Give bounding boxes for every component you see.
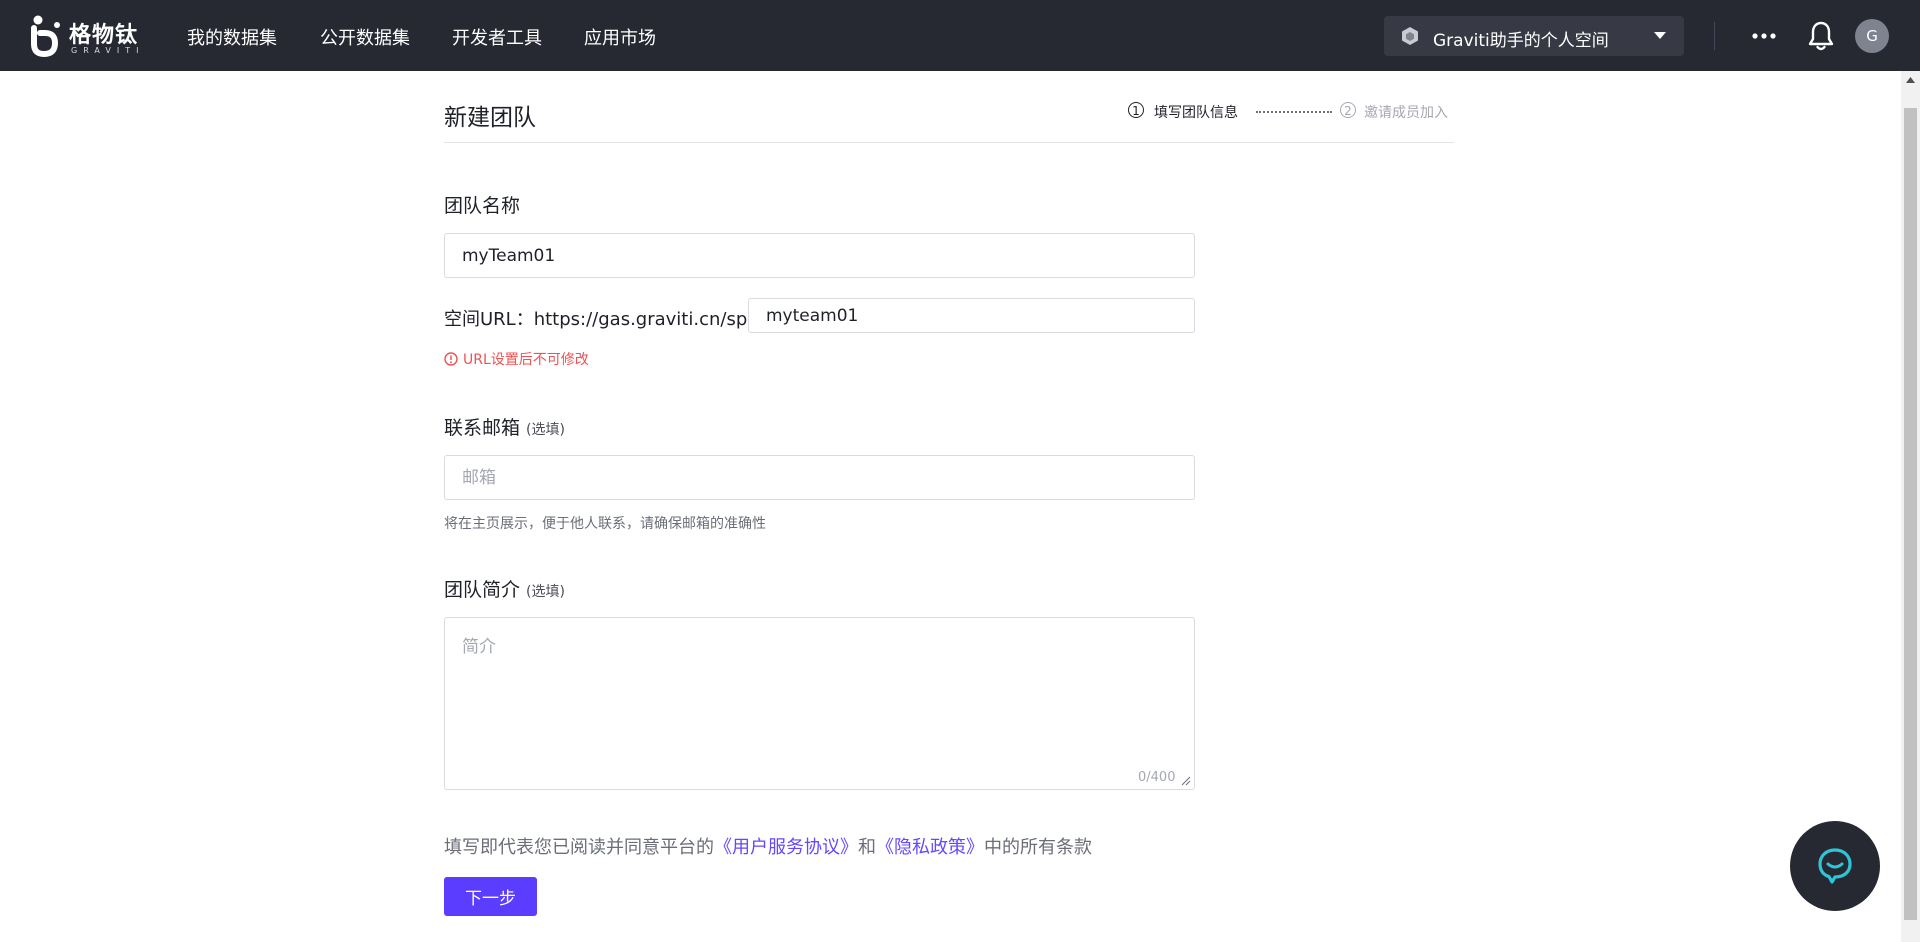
progress-steps: 1 填写团队信息 2 邀请成员加入: [1128, 100, 1456, 126]
space-url-warning-text: URL设置后不可修改: [463, 352, 589, 368]
intro-label-text: 团队简介: [444, 579, 521, 601]
intro-label: 团队简介 (选填): [444, 575, 565, 602]
user-agreement-link[interactable]: 《用户服务协议》: [714, 837, 858, 858]
graviti-logo[interactable]: 格物钛 GRAVITI: [28, 14, 140, 58]
space-selector-dropdown[interactable]: Graviti助手的个人空间: [1384, 16, 1684, 56]
agreement-and: 和: [858, 837, 876, 858]
step-1-label: 填写团队信息: [1154, 105, 1238, 121]
notification-bell-icon[interactable]: [1807, 20, 1835, 52]
caret-down-icon: [1654, 32, 1666, 39]
resize-grip-icon[interactable]: [1181, 776, 1191, 786]
next-step-button[interactable]: 下一步: [444, 877, 537, 916]
email-optional-tag: (选填): [526, 422, 565, 438]
space-hexagon-icon: [1402, 27, 1418, 45]
privacy-policy-link[interactable]: 《隐私政策》: [876, 837, 984, 858]
email-label-text: 联系邮箱: [444, 417, 521, 439]
page-scrollbar[interactable]: [1901, 71, 1920, 942]
space-selector-label: Graviti助手的个人空间: [1433, 31, 1609, 51]
header-divider: [1714, 22, 1715, 50]
step-2-label: 邀请成员加入: [1364, 105, 1448, 121]
brand-name: 格物钛: [69, 23, 139, 48]
agreement-suffix: 中的所有条款: [984, 837, 1092, 858]
title-divider: [444, 142, 1454, 143]
team-name-label-text: 团队名称: [444, 195, 521, 217]
team-name-input[interactable]: [444, 233, 1195, 278]
chat-support-button[interactable]: [1790, 821, 1880, 911]
step-2-number: 2: [1340, 102, 1356, 118]
graviti-logo-icon: [31, 15, 60, 58]
agreement-text: 填写即代表您已阅读并同意平台的《用户服务协议》和《隐私政策》中的所有条款: [444, 833, 1092, 859]
email-input[interactable]: [444, 455, 1195, 500]
space-url-row: 空间URL：https://gas.graviti.cn/space/: [444, 305, 785, 331]
intro-textarea[interactable]: [444, 617, 1195, 790]
intro-optional-tag: (选填): [526, 584, 565, 600]
nav-public-datasets[interactable]: 公开数据集: [320, 24, 410, 50]
top-navigation-bar: 格物钛 GRAVITI 我的数据集 公开数据集 开发者工具 应用市场 Gravi…: [0, 0, 1920, 71]
email-label: 联系邮箱 (选填): [444, 413, 565, 440]
scroll-up-arrow-icon[interactable]: [1906, 77, 1915, 83]
warning-circle-icon: [444, 352, 458, 366]
intro-char-counter: 0/400: [1138, 770, 1176, 785]
more-options-icon[interactable]: [1750, 24, 1778, 48]
email-hint: 将在主页展示，便于他人联系，请确保邮箱的准确性: [444, 516, 766, 532]
step-1-number: 1: [1128, 102, 1144, 118]
agreement-prefix: 填写即代表您已阅读并同意平台的: [444, 837, 714, 858]
page-title: 新建团队: [444, 105, 536, 131]
team-name-label: 团队名称: [444, 191, 520, 218]
step-connector: [1256, 111, 1332, 113]
nav-my-datasets[interactable]: 我的数据集: [187, 24, 277, 50]
nav-app-market[interactable]: 应用市场: [584, 24, 656, 50]
user-avatar[interactable]: G: [1855, 19, 1889, 53]
brand-subtitle: GRAVITI: [71, 46, 145, 55]
nav-developer-tools[interactable]: 开发者工具: [452, 24, 542, 50]
space-url-input[interactable]: [748, 298, 1195, 333]
scrollbar-thumb[interactable]: [1904, 108, 1917, 920]
chat-bubble-icon: [1818, 848, 1852, 884]
space-url-warning: URL设置后不可修改: [444, 349, 589, 369]
space-url-label: 空间URL：: [444, 309, 534, 330]
